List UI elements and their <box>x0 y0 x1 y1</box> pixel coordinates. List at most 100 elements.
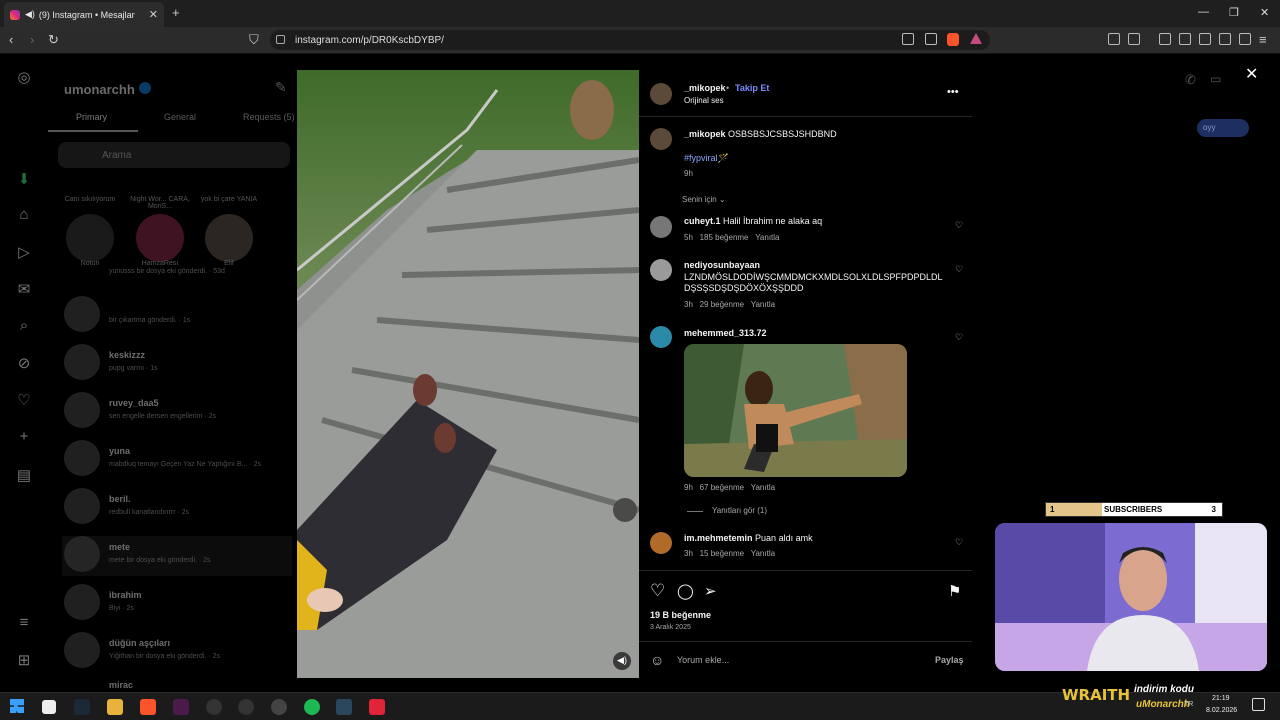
wallet-icon[interactable] <box>1199 33 1211 45</box>
forward-icon[interactable]: › <box>30 32 34 47</box>
cast-icon[interactable] <box>902 33 914 45</box>
leo-ai-icon[interactable] <box>1219 33 1231 45</box>
author-avatar[interactable] <box>650 83 672 105</box>
follow-button[interactable]: Takip Et <box>735 83 769 93</box>
more-menu-icon[interactable]: ≡ <box>14 614 34 634</box>
new-tab-button[interactable]: + <box>172 5 180 20</box>
obs-icon[interactable] <box>271 699 287 715</box>
speaker-icon[interactable]: ◀) <box>25 9 35 20</box>
spotify-icon[interactable] <box>304 699 320 715</box>
reload-icon[interactable]: ↻ <box>48 32 59 48</box>
brave-shield-icon[interactable] <box>947 33 959 46</box>
search-icon[interactable]: ⌕ <box>14 317 34 337</box>
dm-thread-row[interactable]: keskizzz pupg varmı · 1s <box>62 344 292 384</box>
post-video[interactable] <box>297 70 639 678</box>
site-info-icon[interactable] <box>276 35 285 44</box>
minimize-icon[interactable]: — <box>1198 6 1209 18</box>
like-comment-icon[interactable]: ♡ <box>955 332 964 342</box>
app-icon[interactable] <box>206 699 222 715</box>
back-icon[interactable]: ‹ <box>9 32 13 47</box>
comment-user[interactable]: mehemmed_313.72 <box>684 328 767 338</box>
share-icon[interactable] <box>925 33 937 45</box>
download-icon[interactable]: ⬇ <box>14 170 34 190</box>
dm-account-name[interactable]: umonarchh <box>64 82 135 97</box>
note-avatar[interactable] <box>136 214 184 262</box>
explore-icon[interactable]: ⊘ <box>14 354 34 374</box>
clock-time[interactable]: 21:19 <box>1212 695 1230 702</box>
extensions-icon[interactable] <box>1108 33 1120 45</box>
avatar[interactable] <box>650 259 672 281</box>
dm-thread-row[interactable]: mete mete bir dosya eki gönderdi. · 2s <box>62 536 292 576</box>
comment-image[interactable] <box>684 344 907 477</box>
dm-thread-row[interactable]: yuna mabdluq temayı Geçen Yaz Ne Yaptığın… <box>62 440 292 480</box>
screenshot-icon[interactable] <box>1128 33 1140 45</box>
brave-rewards-icon[interactable] <box>970 33 982 44</box>
comment-user[interactable]: nediyosunbayaan <box>684 260 760 270</box>
author-avatar[interactable] <box>650 128 672 150</box>
music-icon[interactable] <box>1159 33 1171 45</box>
like-comment-icon[interactable]: ♡ <box>955 264 964 274</box>
video-call-icon[interactable]: ▭ <box>1210 72 1221 86</box>
address-bar[interactable]: instagram.com/p/DR0KscbDYBP/ <box>270 30 990 50</box>
notifications-icon[interactable]: ♡ <box>14 391 34 411</box>
volume-icon[interactable]: ◀) <box>613 652 631 670</box>
clock-date[interactable]: 8.02.2026 <box>1206 707 1237 714</box>
app-icon[interactable] <box>238 699 254 715</box>
likes-count[interactable]: 19 B beğenme <box>650 610 711 620</box>
menu-icon[interactable]: ≡ <box>1259 32 1267 47</box>
instagram-logo-icon[interactable]: ◎ <box>14 68 34 88</box>
dashboard-icon[interactable]: ▤ <box>14 466 34 486</box>
threads-icon[interactable]: ⊞ <box>14 651 34 671</box>
app-icon[interactable] <box>369 699 385 715</box>
close-tab-icon[interactable]: ✕ <box>149 8 158 21</box>
home-icon[interactable]: ⌂ <box>14 206 34 226</box>
visual-studio-icon[interactable] <box>173 699 189 715</box>
maximize-icon[interactable]: ❐ <box>1229 6 1239 19</box>
browser-tab[interactable]: ◀) (9) Instagram • Mesajlar ✕ <box>4 2 164 27</box>
comment-input[interactable]: Yorum ekle... <box>677 655 729 665</box>
dm-thread-row[interactable]: bir çıkartma gönderdi. · 1s <box>62 296 292 336</box>
avatar[interactable] <box>650 216 672 238</box>
dm-thread-row[interactable]: ruvey_daa5 sen engelle dersen engellerim … <box>62 392 292 432</box>
author-name[interactable]: _mikopek <box>684 83 726 93</box>
steam-icon[interactable] <box>336 699 352 715</box>
close-window-icon[interactable]: ✕ <box>1260 6 1269 19</box>
create-icon[interactable]: + <box>14 428 34 448</box>
messages-icon[interactable]: ✉ <box>14 280 34 300</box>
avatar[interactable] <box>650 326 672 348</box>
sidebar-icon[interactable] <box>1179 33 1191 45</box>
notification-center-icon[interactable] <box>1252 698 1265 711</box>
vpn-icon[interactable] <box>1239 33 1251 45</box>
hashtag-link[interactable]: #fypviral🪄 <box>684 153 729 164</box>
note-avatar[interactable] <box>205 214 253 262</box>
dm-thread-row[interactable]: mirac <box>62 680 292 692</box>
phone-call-icon[interactable]: ✆ <box>1185 72 1196 88</box>
like-comment-icon[interactable]: ♡ <box>955 537 964 547</box>
language-indicator[interactable]: TR <box>1184 701 1193 708</box>
dm-thread-row[interactable]: düğün aşçıları Yiğithan bir dosya eki gön… <box>62 632 292 672</box>
comment-icon[interactable]: ◯ <box>677 582 694 600</box>
bookmark-icon[interactable]: ⛉ <box>249 32 259 48</box>
share-button[interactable]: Paylaş <box>935 655 964 665</box>
dm-search-input[interactable]: Arama <box>58 142 290 168</box>
brave-icon[interactable] <box>140 699 156 715</box>
more-options-icon[interactable]: ••• <box>947 86 959 98</box>
audio-label[interactable]: Orijinal ses <box>684 96 724 105</box>
sort-dropdown[interactable]: Senin için ⌄ <box>682 195 726 204</box>
tab-general[interactable]: General <box>164 112 196 122</box>
widgets-icon[interactable] <box>42 700 56 714</box>
view-replies-link[interactable]: Yanıtları gör (1) <box>712 506 767 515</box>
tab-requests[interactable]: Requests (5) <box>243 112 295 122</box>
file-explorer-icon[interactable] <box>107 699 123 715</box>
like-comment-icon[interactable]: ♡ <box>955 220 964 230</box>
like-icon[interactable]: ♡ <box>650 581 665 601</box>
tab-primary[interactable]: Primary <box>76 112 107 122</box>
close-modal-icon[interactable]: ✕ <box>1245 64 1258 84</box>
save-icon[interactable]: ⚑ <box>948 582 961 600</box>
emoji-icon[interactable]: ☺ <box>650 652 664 668</box>
dm-thread-row[interactable]: ibrahim Biyi · 2s <box>62 584 292 624</box>
dm-thread-row[interactable]: beril. redbull kanatlandırırrr · 2s <box>62 488 292 528</box>
compose-icon[interactable]: ✎ <box>275 79 287 96</box>
steam-icon[interactable] <box>74 699 90 715</box>
send-icon[interactable]: ➢ <box>704 582 717 600</box>
